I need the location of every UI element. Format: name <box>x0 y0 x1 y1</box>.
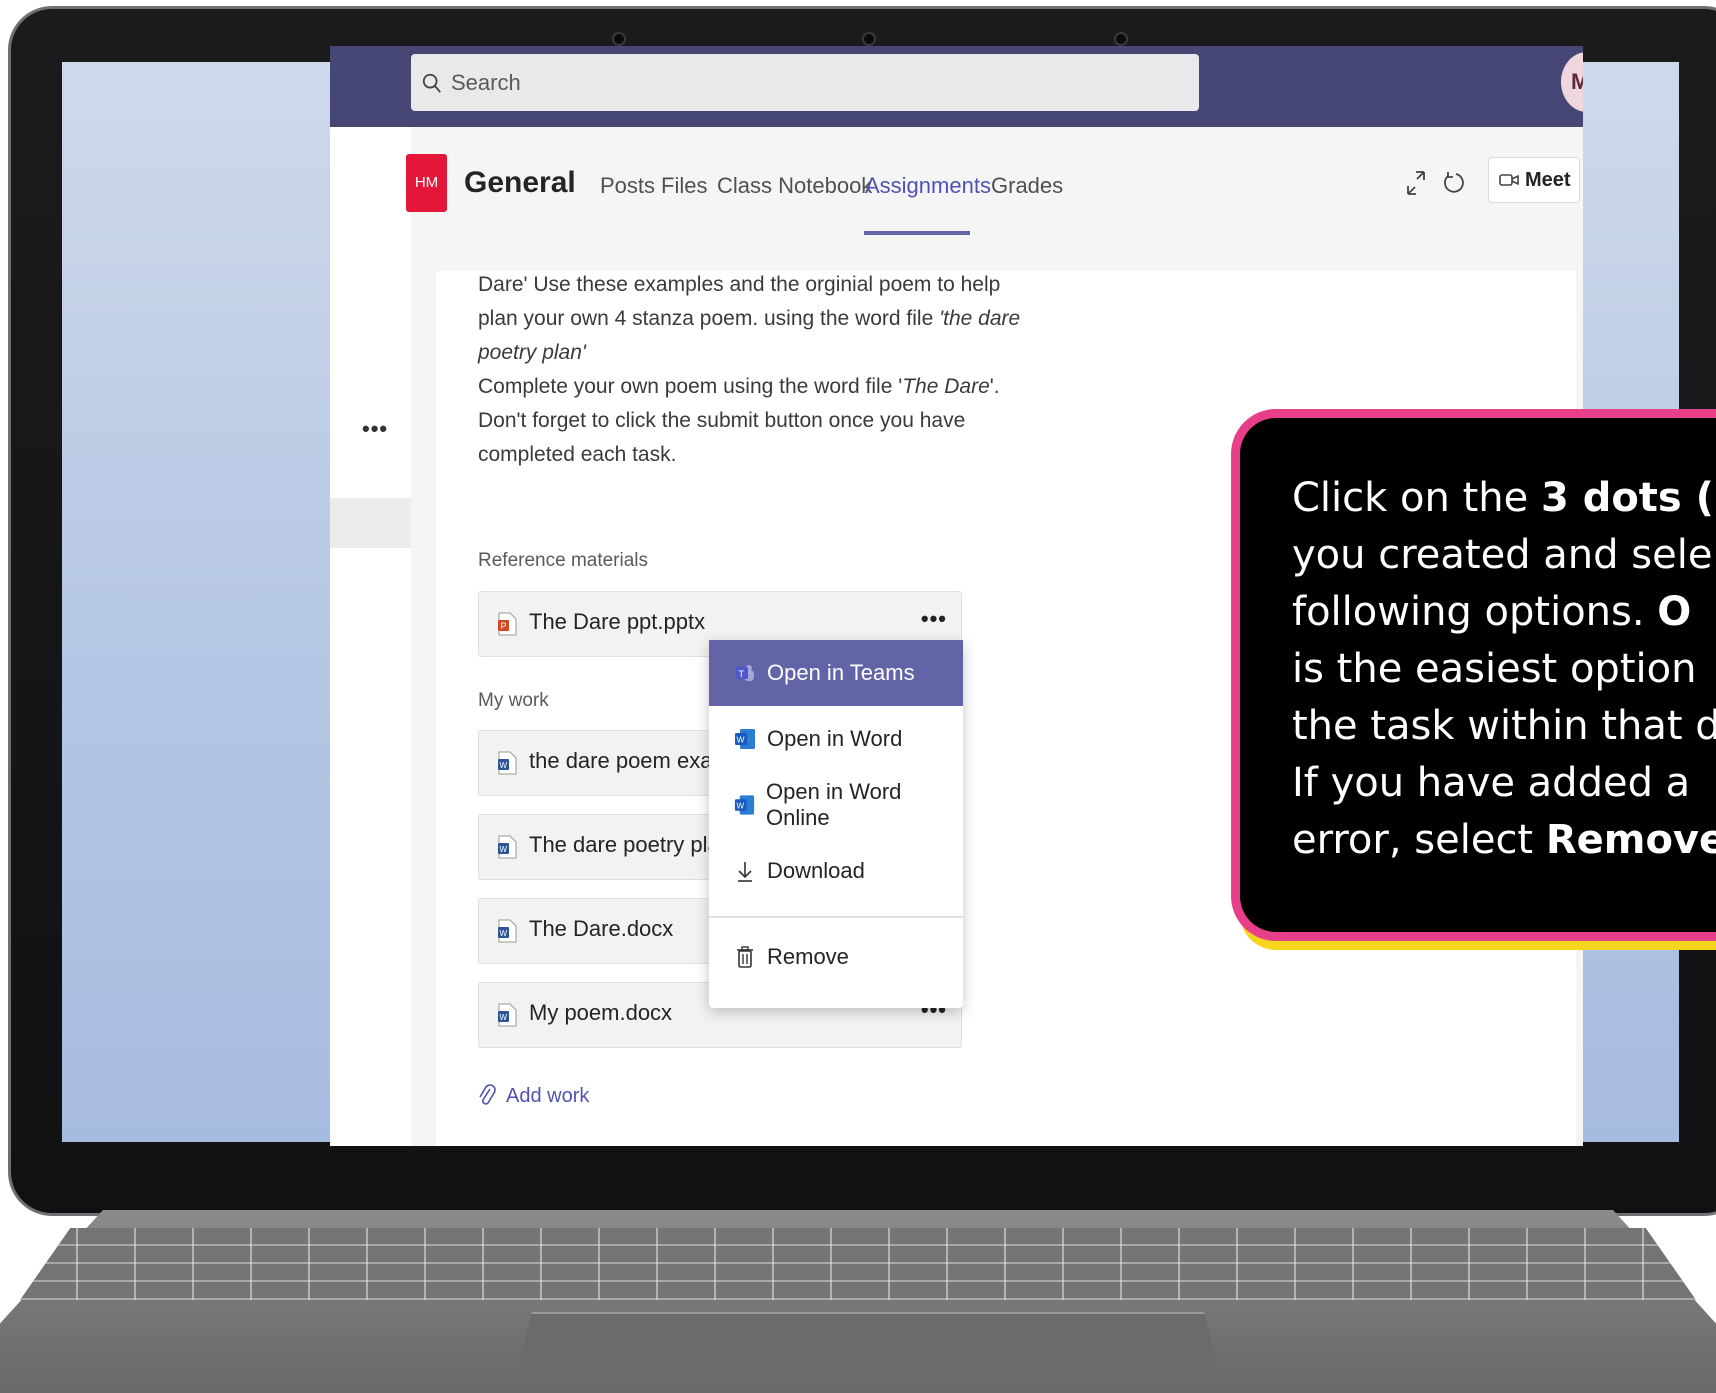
more-options-icon[interactable]: ••• <box>921 606 947 632</box>
channel-header <box>411 127 1583 283</box>
instruction-line-2-italic: 'the dare <box>939 307 1021 330</box>
instruction-line-2-text: plan your own 4 stanza poem. using the w… <box>478 307 940 330</box>
search-input[interactable]: Search <box>411 54 1199 111</box>
search-icon <box>422 73 441 93</box>
camera-icon <box>612 32 626 46</box>
menu-item-open-in-word-online[interactable]: W Open in Word Online <box>709 772 963 838</box>
download-icon <box>738 862 752 882</box>
callout-bold-run: Remove <box>1545 817 1716 863</box>
tab-posts[interactable]: Posts <box>600 173 655 199</box>
instruction-line-4-italic: The Dare <box>902 375 990 398</box>
word-file-icon: W <box>498 919 517 943</box>
menu-divider <box>709 916 963 918</box>
word-icon: W <box>734 795 755 815</box>
menu-item-download[interactable]: Download <box>709 838 963 904</box>
expand-icon[interactable] <box>1404 168 1428 198</box>
svg-text:T: T <box>739 669 745 679</box>
menu-item-label: Remove <box>767 944 849 969</box>
channel-name: General <box>464 166 576 199</box>
file-name: The Dare ppt.pptx <box>529 609 706 634</box>
refresh-icon[interactable] <box>1442 168 1466 198</box>
instruction-line-1: Dare' Use these examples and the orginia… <box>478 273 1001 296</box>
my-work-heading: My work <box>478 690 549 711</box>
rail-selected-item[interactable] <box>330 498 411 548</box>
instruction-line-4-end: '. <box>989 375 1000 398</box>
callout-bold-run: 3 dots ( <box>1540 475 1714 521</box>
more-apps-icon[interactable]: ••• <box>362 416 388 442</box>
menu-item-remove[interactable]: Remove <box>709 924 963 990</box>
add-work-label: Add work <box>506 1084 590 1107</box>
tab-assignments[interactable]: Assignments <box>865 173 991 199</box>
callout-line-4: is the easiest option <box>1292 646 1697 692</box>
file-name: The dare poetry plan. <box>529 832 739 857</box>
file-name: The Dare.docx <box>529 916 674 941</box>
menu-item-label: Open in Teams <box>767 660 915 685</box>
camera-icon <box>862 32 876 46</box>
callout-text: Click on the 3 dots ( you created and se… <box>1292 470 1716 869</box>
callout-line-6: If you have added a <box>1292 760 1691 806</box>
team-avatar: HM <box>406 154 447 212</box>
instruction-line-4-text: Complete your own poem using the word fi… <box>478 375 903 398</box>
instruction-line-6: completed each task. <box>478 443 677 466</box>
instruction-line-2: plan your own 4 stanza poem. using the w… <box>478 302 1020 336</box>
callout-line-2: you created and sele <box>1292 532 1713 578</box>
svg-text:W: W <box>500 929 508 938</box>
video-camera-icon <box>1499 174 1519 186</box>
tab-class-notebook[interactable]: Class Notebook <box>717 173 872 199</box>
svg-text:W: W <box>500 761 508 770</box>
reference-materials-heading: Reference materials <box>478 550 649 571</box>
svg-text:W: W <box>500 1013 508 1022</box>
menu-item-label: Download <box>767 858 865 883</box>
menu-item-open-in-teams[interactable]: T Open in Teams <box>709 640 963 706</box>
callout-text-run: error, select <box>1292 817 1546 863</box>
instruction-line-3: poetry plan' <box>478 341 586 364</box>
menu-item-label: Open in Word Online <box>766 779 902 830</box>
trackpad <box>518 1312 1218 1368</box>
tab-grades[interactable]: Grades <box>991 173 1063 199</box>
teams-icon: T <box>736 665 754 681</box>
svg-text:P: P <box>501 621 507 631</box>
word-file-icon: W <box>498 835 517 859</box>
add-work-link[interactable]: Add work <box>478 1083 589 1109</box>
paperclip-icon <box>479 1084 496 1105</box>
keyboard <box>20 1228 1696 1300</box>
meet-button[interactable]: Meet <box>1488 157 1580 203</box>
menu-item-label: Open in Word <box>767 726 903 751</box>
callout-line-1: Click on the 3 dots ( <box>1292 470 1716 527</box>
callout-line-3: following options. O <box>1292 584 1716 641</box>
meet-label: Meet <box>1525 168 1571 191</box>
callout-text-run: following options. <box>1292 589 1658 635</box>
search-placeholder: Search <box>451 69 521 95</box>
context-menu: T Open in Teams W Open in Word W Open in… <box>709 640 963 1008</box>
trash-icon <box>737 946 753 968</box>
tab-files[interactable]: Files <box>661 173 707 199</box>
left-rail <box>330 127 411 1146</box>
callout-bold-run: O <box>1657 589 1692 635</box>
word-file-icon: W <box>498 751 517 775</box>
top-bar: Search M <box>330 46 1583 127</box>
callout-text-run: Click on the <box>1292 475 1541 521</box>
word-icon: W <box>735 729 755 749</box>
file-name: My poem.docx <box>529 1000 673 1025</box>
callout-line-7: error, select Remove <box>1292 812 1716 869</box>
instruction-line-4: Complete your own poem using the word fi… <box>478 370 1000 404</box>
powerpoint-file-icon: P <box>498 612 517 636</box>
menu-item-open-in-word[interactable]: W Open in Word <box>709 706 963 772</box>
word-file-icon: W <box>498 1003 517 1027</box>
avatar[interactable]: M <box>1561 52 1583 112</box>
svg-text:W: W <box>737 735 745 745</box>
sensor-icon <box>1114 32 1128 46</box>
svg-text:W: W <box>500 845 508 854</box>
callout-line-5: the task within that d <box>1292 703 1716 749</box>
active-tab-indicator <box>864 231 970 235</box>
svg-text:W: W <box>736 801 744 810</box>
instruction-line-5: Don't forget to click the submit button … <box>478 409 966 432</box>
